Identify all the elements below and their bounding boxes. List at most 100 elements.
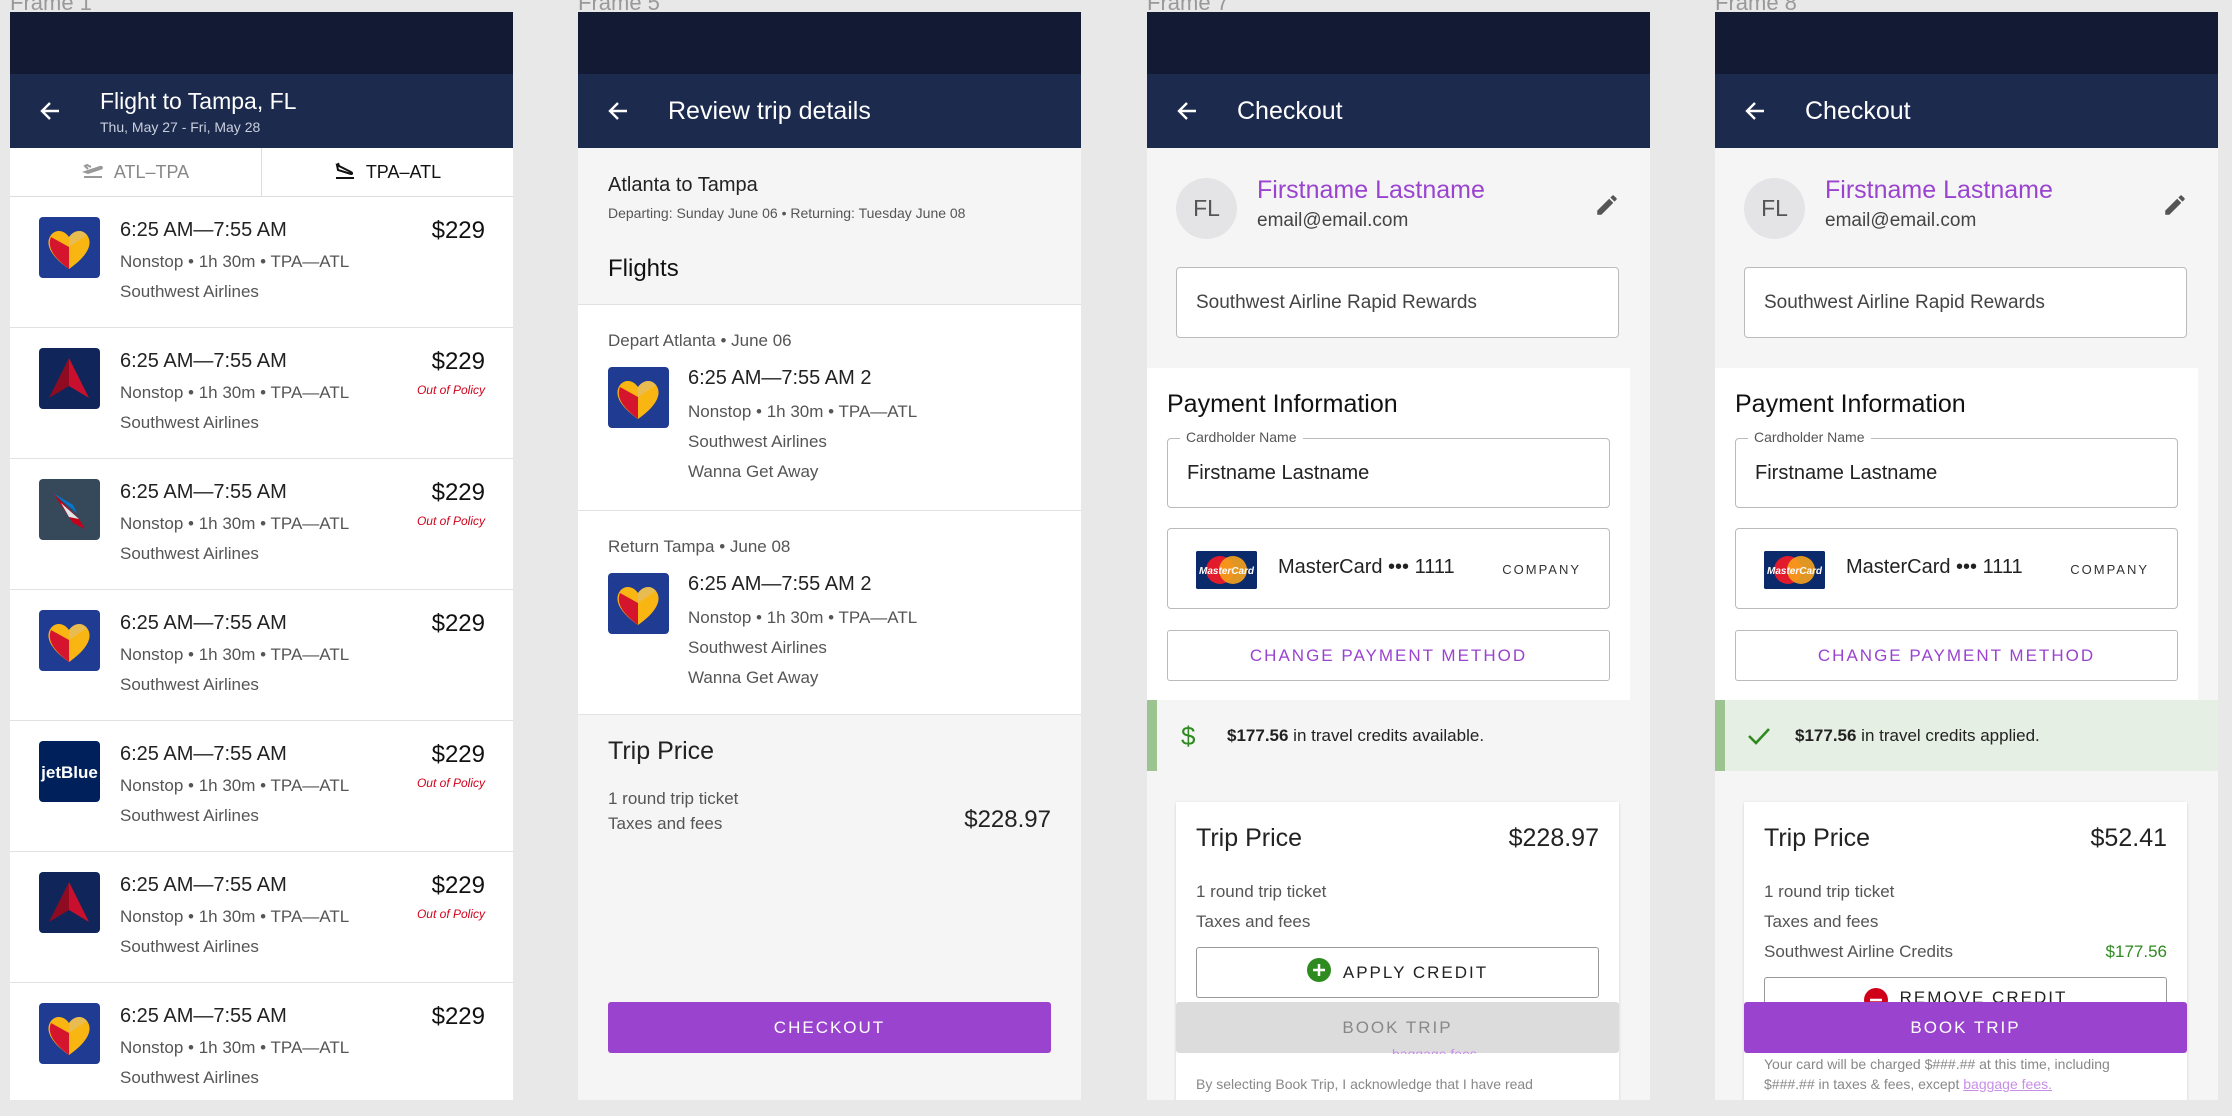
pencil-icon[interactable] <box>1594 192 1620 223</box>
change-payment-button[interactable]: CHANGE PAYMENT METHOD <box>1735 630 2178 681</box>
credit-text: in travel credits applied. <box>1856 725 2040 745</box>
page-title: Checkout <box>1805 96 1911 125</box>
flight-times: 6:25 AM—7:55 AM <box>120 350 287 372</box>
avatar: FL <box>1744 178 1805 239</box>
flight-price: $229 <box>431 610 485 637</box>
status-bar <box>1147 12 1650 74</box>
cardholder-label: Cardholder Name <box>1180 429 1303 445</box>
segment-meta: Nonstop • 1h 30m • TPA—ATL <box>688 608 918 627</box>
flight-meta: Nonstop • 1h 30m • TPA—ATL <box>120 645 350 664</box>
saved-card[interactable]: MasterCard MasterCard ••• 1111 COMPANY <box>1735 528 2178 609</box>
status-bar <box>578 12 1081 74</box>
flight-meta: Nonstop • 1h 30m • TPA—ATL <box>120 383 350 402</box>
segment-header: Return Tampa • June 08 <box>608 537 791 556</box>
segment-fare: Wanna Get Away <box>688 668 819 687</box>
mastercard-logo-icon: MasterCard <box>1764 551 1825 589</box>
delta-logo-icon <box>39 872 100 933</box>
segment-return[interactable]: Return Tampa • June 08 6:25 AM—7:55 AM 2… <box>578 510 1081 716</box>
payment-card: Payment Information Cardholder Name Firs… <box>1147 368 1630 700</box>
baggage-fees-link[interactable]: baggage fees. <box>1392 1046 1481 1054</box>
american-logo-icon <box>39 479 100 540</box>
charge-notice: Your card will be charged $###.## at thi… <box>1764 1056 2110 1072</box>
frame-review-trip: Review trip details Atlanta to Tampa Dep… <box>578 12 1081 1100</box>
card-label: MasterCard ••• 1111 <box>1278 556 1455 578</box>
frame-checkout: Checkout FL Firstname Lastname email@ema… <box>1147 12 1650 1100</box>
segment-depart[interactable]: Depart Atlanta • June 06 6:25 AM—7:55 AM… <box>578 304 1081 510</box>
flight-meta: Nonstop • 1h 30m • TPA—ATL <box>120 514 350 533</box>
back-arrow-icon[interactable] <box>32 93 68 129</box>
tab-return-label: TPA–ATL <box>365 161 442 182</box>
payment-heading: Payment Information <box>1735 390 1966 418</box>
plus-circle-icon <box>1306 958 1331 987</box>
trip-price-amount: $228.97 <box>1508 824 1599 852</box>
leg-tabs: ATL–TPA TPA–ATL <box>10 148 513 197</box>
segment-meta: Nonstop • 1h 30m • TPA—ATL <box>688 402 918 421</box>
payment-heading: Payment Information <box>1167 390 1398 418</box>
traveler-email: email@email.com <box>1257 210 1409 231</box>
trip-price-heading: Trip Price <box>608 737 715 765</box>
out-of-policy-badge: Out of Policy <box>416 907 485 921</box>
checkout-button[interactable]: CHECKOUT <box>608 1002 1051 1053</box>
southwest-logo-icon <box>39 610 100 671</box>
out-of-policy-badge: Out of Policy <box>416 383 485 397</box>
flight-price: $229 <box>431 872 485 899</box>
flight-row[interactable]: 6:25 AM—7:55 AM Nonstop • 1h 30m • TPA—AT… <box>10 983 513 1100</box>
baggage-fees-link[interactable]: baggage fees. <box>1963 1076 2052 1092</box>
change-payment-button[interactable]: CHANGE PAYMENT METHOD <box>1167 630 1610 681</box>
southwest-logo-icon <box>608 367 669 428</box>
pencil-icon[interactable] <box>2162 192 2188 223</box>
cardholder-label: Cardholder Name <box>1748 429 1871 445</box>
credit-amount: $177.56 <box>1795 725 1857 745</box>
flight-row[interactable]: 6:25 AM—7:55 AM Nonstop • 1h 30m • TPA—AT… <box>10 590 513 721</box>
checkmark-icon <box>1747 726 1789 746</box>
flight-airline: Southwest Airlines <box>120 282 259 301</box>
apply-credit-button[interactable]: APPLY CREDIT <box>1196 947 1599 998</box>
flight-row[interactable]: 6:25 AM—7:55 AM Nonstop • 1h 30m • TPA—AT… <box>10 328 513 459</box>
rewards-field[interactable]: Southwest Airline Rapid Rewards <box>1176 267 1619 338</box>
traveler-name: Firstname Lastname <box>1825 176 2053 204</box>
ticket-line: 1 round trip ticket <box>608 789 739 808</box>
flight-times: 6:25 AM—7:55 AM <box>120 1005 287 1027</box>
tab-outbound-label: ATL–TPA <box>113 161 190 182</box>
segment-header: Depart Atlanta • June 06 <box>608 331 792 350</box>
out-of-policy-badge: Out of Policy <box>416 514 485 528</box>
cardholder-value: Firstname Lastname <box>1187 462 1370 484</box>
cardholder-field[interactable]: Cardholder Name Firstname Lastname <box>1167 429 1610 508</box>
trip-dates: Departing: Sunday June 06 • Returning: T… <box>608 205 966 221</box>
cardholder-field[interactable]: Cardholder Name Firstname Lastname <box>1735 429 2178 508</box>
tab-return[interactable]: TPA–ATL <box>261 148 513 196</box>
terms-text: By selecting Book Trip, I acknowledge th… <box>1196 1076 1533 1092</box>
card-type-badge: COMPANY <box>2070 562 2149 577</box>
tab-outbound[interactable]: ATL–TPA <box>10 148 261 196</box>
rewards-field[interactable]: Southwest Airline Rapid Rewards <box>1744 267 2187 338</box>
status-bar <box>10 12 513 74</box>
saved-card[interactable]: MasterCard MasterCard ••• 1111 COMPANY <box>1167 528 1610 609</box>
flight-times: 6:25 AM—7:55 AM <box>120 481 287 503</box>
svg-text:$: $ <box>1181 722 1196 750</box>
apply-credit-label: APPLY CREDIT <box>1342 962 1489 982</box>
app-bar: Flight to Tampa, FL Thu, May 27 - Fri, M… <box>10 74 513 148</box>
back-arrow-icon[interactable] <box>1169 93 1205 129</box>
flight-airline: Southwest Airlines <box>120 413 259 432</box>
segment-times: 6:25 AM—7:55 AM 2 <box>688 367 872 389</box>
southwest-logo-icon <box>39 217 100 278</box>
flight-price: $229 <box>431 348 485 375</box>
flight-row[interactable]: 6:25 AM—7:55 AM Nonstop • 1h 30m • TPA—AT… <box>10 852 513 983</box>
landing-icon <box>334 160 356 185</box>
cardholder-value: Firstname Lastname <box>1755 462 1938 484</box>
southwest-logo-icon <box>608 573 669 634</box>
flight-row[interactable]: jetBlue 6:25 AM—7:55 AM Nonstop • 1h 30m •… <box>10 721 513 852</box>
book-trip-button[interactable]: BOOK TRIP <box>1744 1002 2187 1053</box>
page-title: Flight to Tampa, FL <box>100 87 297 114</box>
flight-airline: Southwest Airlines <box>120 1068 259 1087</box>
back-arrow-icon[interactable] <box>600 93 636 129</box>
segment-times: 6:25 AM—7:55 AM 2 <box>688 573 872 595</box>
flight-list: 6:25 AM—7:55 AM Nonstop • 1h 30m • TPA—AT… <box>10 197 513 1100</box>
flight-meta: Nonstop • 1h 30m • TPA—ATL <box>120 1038 350 1057</box>
frame-checkout-applied: Checkout FL Firstname Lastname email@ema… <box>1715 12 2218 1100</box>
card-label: MasterCard ••• 1111 <box>1846 556 2023 578</box>
page-title: Checkout <box>1237 96 1343 125</box>
flight-row[interactable]: 6:25 AM—7:55 AM Nonstop • 1h 30m • TPA—AT… <box>10 197 513 328</box>
back-arrow-icon[interactable] <box>1737 93 1773 129</box>
flight-row[interactable]: 6:25 AM—7:55 AM Nonstop • 1h 30m • TPA—AT… <box>10 459 513 590</box>
